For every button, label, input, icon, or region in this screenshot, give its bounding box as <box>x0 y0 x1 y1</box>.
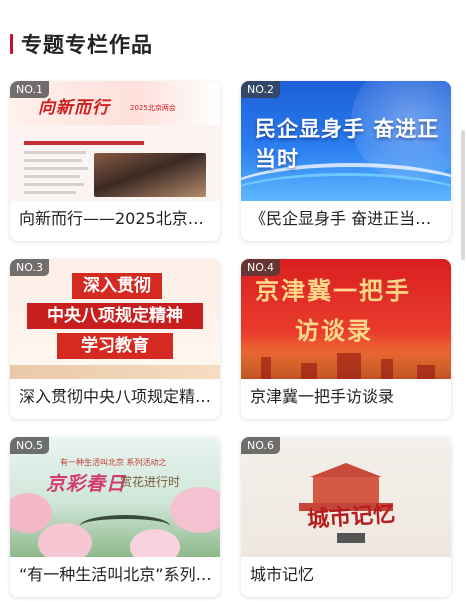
thumb-6-calligraphy: 城市记忆 <box>306 501 396 534</box>
card-3-badge: NO.3 <box>10 259 49 276</box>
thumb-5-big: 京彩春日 <box>46 473 127 495</box>
thumb-4-line-1: 京津冀一把手 <box>255 277 411 305</box>
card-4[interactable]: 京津冀一把手 访谈录 NO.4 京津冀一把手访谈录 <box>241 259 451 419</box>
thumb-3-line-2: 中央八项规定精神 <box>27 303 203 329</box>
card-5[interactable]: 有一种生活叫北京 系列活动之 京彩春日 赏花进行时 NO.5 “有一种生活叫北京… <box>10 437 220 597</box>
card-1-badge: NO.1 <box>10 81 49 98</box>
card-6-thumbnail[interactable]: 城市记忆 <box>241 437 451 557</box>
card-1-thumbnail[interactable]: 向新而行 2025北京两会 <box>10 81 220 201</box>
thumb-1-sub: 2025北京两会 <box>130 104 176 112</box>
thumb-2-title: 民企显身手 奋进正当时 <box>255 117 440 171</box>
card-4-caption[interactable]: 京津冀一把手访谈录 <box>250 383 443 411</box>
thumb-1-photo <box>94 153 206 197</box>
card-2-caption[interactable]: 《民企显身手 奋进正当时》 <box>250 205 443 233</box>
card-5-thumbnail[interactable]: 有一种生活叫北京 系列活动之 京彩春日 赏花进行时 <box>10 437 220 557</box>
card-3-thumbnail[interactable]: 深入贯彻 中央八项规定精神 学习教育 <box>10 259 220 379</box>
card-3-caption[interactable]: 深入贯彻中央八项规定精神学习教育 <box>19 383 212 411</box>
section-title: 专题专栏作品 <box>21 33 153 57</box>
card-1-caption[interactable]: 向新而行——2025北京全国两会 <box>19 205 212 233</box>
card-2-badge: NO.2 <box>241 81 280 98</box>
card-6-badge: NO.6 <box>241 437 280 454</box>
section-accent-bar <box>10 34 13 54</box>
card-6[interactable]: 城市记忆 NO.6 城市记忆 <box>241 437 451 597</box>
thumb-5-small: 赏花进行时 <box>120 475 181 489</box>
scrollbar[interactable] <box>461 130 465 260</box>
card-4-badge: NO.4 <box>241 259 280 276</box>
section-header: 专题专栏作品 <box>10 28 153 60</box>
thumb-5-top: 有一种生活叫北京 系列活动之 <box>60 458 167 467</box>
card-1[interactable]: 向新而行 2025北京两会 NO.1 向新而行——2025北京全国两会 <box>10 81 220 241</box>
thumb-4-line-2: 访谈录 <box>295 317 373 345</box>
card-5-caption[interactable]: “有一种生活叫北京”系列活动 <box>19 561 212 589</box>
thumb-3-line-1: 深入贯彻 <box>72 273 162 299</box>
card-5-badge: NO.5 <box>10 437 49 454</box>
thumb-1-brand: 向新而行 <box>38 98 110 118</box>
thumb-3-line-3: 学习教育 <box>57 333 173 359</box>
card-2[interactable]: 民企显身手 奋进正当时 NO.2 《民企显身手 奋进正当时》 <box>241 81 451 241</box>
card-2-thumbnail[interactable]: 民企显身手 奋进正当时 <box>241 81 451 201</box>
card-6-caption[interactable]: 城市记忆 <box>250 561 443 589</box>
card-4-thumbnail[interactable]: 京津冀一把手 访谈录 <box>241 259 451 379</box>
card-3[interactable]: 深入贯彻 中央八项规定精神 学习教育 NO.3 深入贯彻中央八项规定精神学习教育 <box>10 259 220 419</box>
